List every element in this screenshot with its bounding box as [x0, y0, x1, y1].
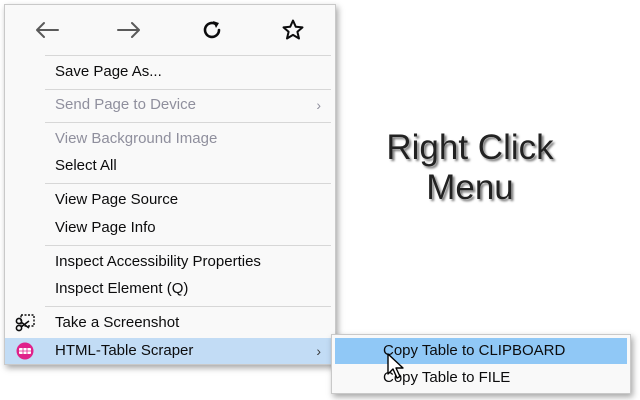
view-page-info-item[interactable]: View Page Info: [5, 215, 335, 241]
navigation-row: [5, 5, 335, 55]
select-all-item[interactable]: Select All: [5, 153, 335, 179]
separator: [45, 89, 331, 90]
right-click-menu-caption: Right Click Menu: [355, 128, 585, 208]
view-page-source-item[interactable]: View Page Source: [5, 187, 335, 213]
view-background-image-item[interactable]: View Background Image: [5, 126, 335, 152]
forward-button[interactable]: [115, 16, 143, 44]
screenshot-scissors-icon: [15, 314, 35, 332]
separator: [45, 183, 331, 184]
table-scraper-submenu: Copy Table to CLIPBOARD Copy Table to FI…: [331, 334, 631, 394]
caption-line-1: Right Click: [386, 128, 554, 167]
mouse-pointer-icon: [387, 353, 404, 379]
view-page-source-label: View Page Source: [55, 191, 179, 208]
html-table-scraper-label: HTML-Table Scraper: [55, 342, 194, 359]
arrow-left-icon: [36, 22, 59, 38]
copy-table-to-file-item[interactable]: Copy Table to FILE: [335, 365, 627, 391]
view-page-info-label: View Page Info: [55, 219, 156, 236]
separator: [45, 122, 331, 123]
bookmark-button[interactable]: [279, 16, 307, 44]
chevron-right-icon: ›: [316, 97, 321, 113]
reload-button[interactable]: [198, 16, 226, 44]
save-page-as-item[interactable]: Save Page As...: [5, 59, 335, 85]
separator: [45, 55, 331, 56]
table-scraper-logo-icon: [16, 342, 34, 360]
chevron-right-icon: ›: [316, 343, 321, 359]
send-page-to-device-item[interactable]: Send Page to Device ›: [5, 92, 335, 118]
context-menu: Save Page As... Send Page to Device › Vi…: [4, 4, 336, 365]
reload-icon: [203, 21, 221, 39]
send-page-to-device-label: Send Page to Device: [55, 96, 196, 113]
separator: [45, 245, 331, 246]
take-screenshot-item[interactable]: Take a Screenshot: [5, 310, 335, 336]
inspect-accessibility-label: Inspect Accessibility Properties: [55, 253, 261, 270]
inspect-element-label: Inspect Element (Q): [55, 280, 189, 297]
save-page-as-label: Save Page As...: [55, 63, 162, 80]
select-all-label: Select All: [55, 157, 117, 174]
html-table-scraper-item[interactable]: HTML-Table Scraper ›: [5, 338, 335, 364]
copy-table-to-clipboard-item[interactable]: Copy Table to CLIPBOARD: [335, 338, 627, 364]
view-background-image-label: View Background Image: [55, 130, 218, 147]
back-button[interactable]: [33, 16, 61, 44]
inspect-element-item[interactable]: Inspect Element (Q): [5, 276, 335, 302]
copy-table-to-clipboard-label: Copy Table to CLIPBOARD: [383, 342, 566, 359]
caption-line-2: Menu: [426, 168, 514, 207]
take-screenshot-label: Take a Screenshot: [55, 314, 180, 331]
arrow-right-icon: [117, 22, 140, 38]
separator: [45, 306, 331, 307]
star-icon: [282, 19, 304, 40]
inspect-accessibility-item[interactable]: Inspect Accessibility Properties: [5, 249, 335, 275]
